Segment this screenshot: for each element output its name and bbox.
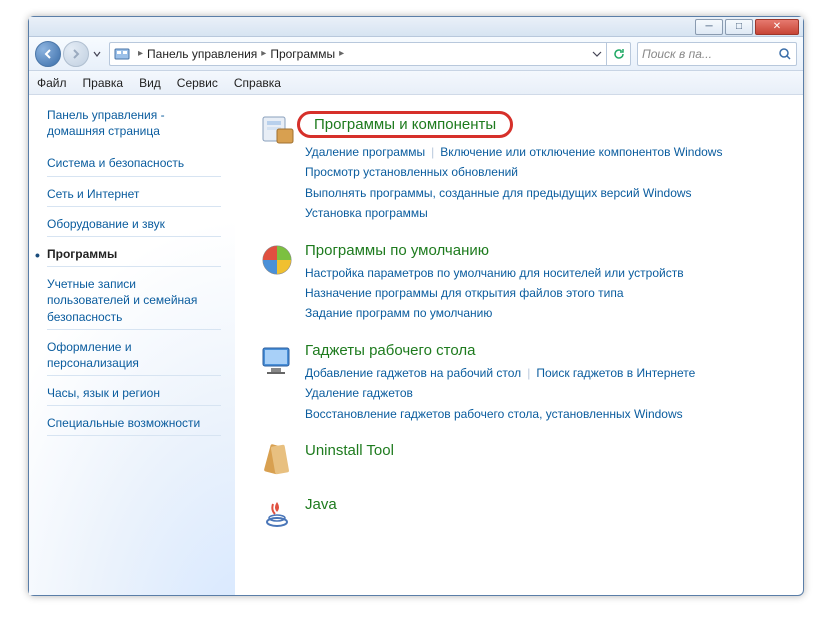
titlebar: ─ □ ✕ [29, 17, 803, 37]
section-desktop-gadgets: Гаджеты рабочего стола Добавление гаджет… [259, 342, 783, 424]
window-body: Панель управления - домашняя страница Си… [29, 95, 803, 595]
sidebar-home-link[interactable]: Панель управления - домашняя страница [47, 107, 235, 139]
control-panel-icon [114, 46, 130, 62]
section-title[interactable]: Гаджеты рабочего стола [305, 342, 475, 359]
menu-bar: Файл Правка Вид Сервис Справка [29, 71, 803, 95]
menu-edit[interactable]: Правка [83, 76, 124, 90]
maximize-button[interactable]: □ [725, 19, 753, 35]
navigation-bar: ▸ Панель управления ▸ Программы ▸ Поиск … [29, 37, 803, 71]
sidebar-item-system[interactable]: Система и безопасность [47, 153, 221, 176]
link[interactable]: Выполнять программы, созданные для преды… [305, 186, 692, 200]
breadcrumb[interactable]: ▸ Панель управления ▸ Программы ▸ [109, 42, 631, 66]
link[interactable]: Настройка параметров по умолчанию для но… [305, 266, 684, 280]
section-programs-features: Программы и компоненты Удаление программ… [259, 111, 783, 224]
default-programs-icon [259, 242, 295, 278]
section-title[interactable]: Программы и компоненты [297, 111, 513, 138]
breadcrumb-sep-icon: ▸ [138, 48, 143, 59]
link[interactable]: Установка программы [305, 206, 428, 220]
link[interactable]: Удаление программы [305, 145, 425, 159]
sidebar-item-programs[interactable]: Программы [47, 244, 221, 267]
section-java: Java [259, 496, 783, 532]
refresh-button[interactable] [606, 42, 630, 66]
breadcrumb-part-2[interactable]: Программы [270, 47, 335, 61]
breadcrumb-sep-icon: ▸ [339, 48, 344, 59]
uninstall-tool-icon [259, 442, 295, 478]
menu-file[interactable]: Файл [37, 76, 67, 90]
content-area: Программы и компоненты Удаление программ… [235, 95, 803, 595]
link[interactable]: Задание программ по умолчанию [305, 306, 492, 320]
sidebar-item-users[interactable]: Учетные записи пользователей и семейная … [47, 274, 221, 330]
sidebar-item-hardware[interactable]: Оборудование и звук [47, 214, 221, 237]
java-icon [259, 496, 295, 532]
search-input[interactable]: Поиск в па... [637, 42, 797, 66]
breadcrumb-sep-icon: ▸ [261, 48, 266, 59]
sidebar: Панель управления - домашняя страница Си… [29, 95, 235, 595]
sidebar-item-network[interactable]: Сеть и Интернет [47, 184, 221, 207]
minimize-button[interactable]: ─ [695, 19, 723, 35]
close-button[interactable]: ✕ [755, 19, 799, 35]
sidebar-item-accessibility[interactable]: Специальные возможности [47, 413, 221, 436]
sidebar-item-clock[interactable]: Часы, язык и регион [47, 383, 221, 406]
breadcrumb-dropdown-icon[interactable] [592, 49, 602, 59]
breadcrumb-part-1[interactable]: Панель управления [147, 47, 257, 61]
menu-help[interactable]: Справка [234, 76, 281, 90]
link[interactable]: Удаление гаджетов [305, 386, 413, 400]
link[interactable]: Включение или отключение компонентов Win… [440, 145, 722, 159]
link[interactable]: Назначение программы для открытия файлов… [305, 286, 624, 300]
link[interactable]: Добавление гаджетов на рабочий стол [305, 366, 521, 380]
back-button[interactable] [35, 41, 61, 67]
programs-features-icon [259, 111, 295, 147]
sidebar-item-appearance[interactable]: Оформление и персонализация [47, 337, 221, 376]
menu-service[interactable]: Сервис [177, 76, 218, 90]
desktop-gadgets-icon [259, 342, 295, 378]
link[interactable]: Восстановление гаджетов рабочего стола, … [305, 407, 683, 421]
section-title[interactable]: Java [305, 496, 337, 513]
section-title[interactable]: Uninstall Tool [305, 442, 394, 459]
search-placeholder: Поиск в па... [642, 47, 712, 61]
section-uninstall-tool: Uninstall Tool [259, 442, 783, 478]
menu-view[interactable]: Вид [139, 76, 161, 90]
history-dropdown-icon[interactable] [93, 47, 101, 61]
link[interactable]: Поиск гаджетов в Интернете [536, 366, 695, 380]
search-icon [778, 47, 792, 61]
section-default-programs: Программы по умолчанию Настройка парамет… [259, 242, 783, 324]
forward-button[interactable] [63, 41, 89, 67]
control-panel-window: ─ □ ✕ ▸ Панель управления ▸ Программы ▸ [28, 16, 804, 596]
link[interactable]: Просмотр установленных обновлений [305, 165, 518, 179]
section-title[interactable]: Программы по умолчанию [305, 242, 489, 259]
